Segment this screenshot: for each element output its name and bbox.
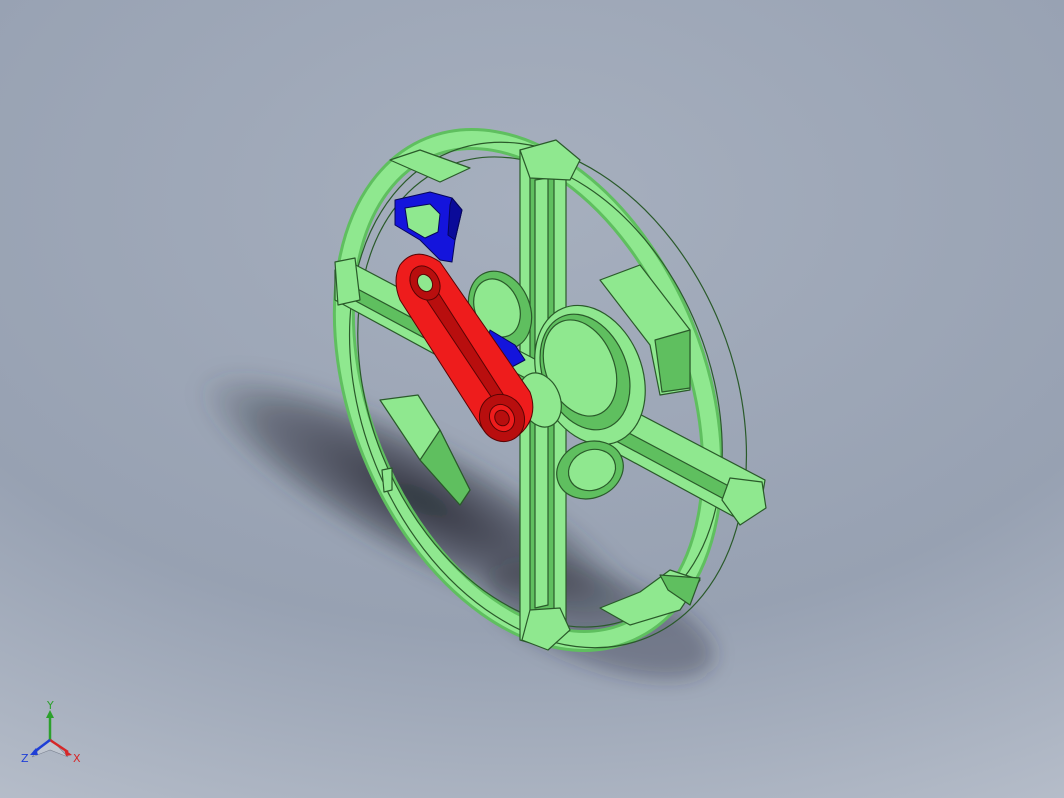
y-axis-label: Y <box>46 700 54 712</box>
z-axis-label: Z <box>21 752 29 765</box>
model-viewport[interactable] <box>0 0 1064 798</box>
orientation-triad[interactable]: Y X Z <box>18 700 88 770</box>
x-axis-label: X <box>73 752 81 765</box>
wheel-frame[interactable] <box>274 82 819 707</box>
